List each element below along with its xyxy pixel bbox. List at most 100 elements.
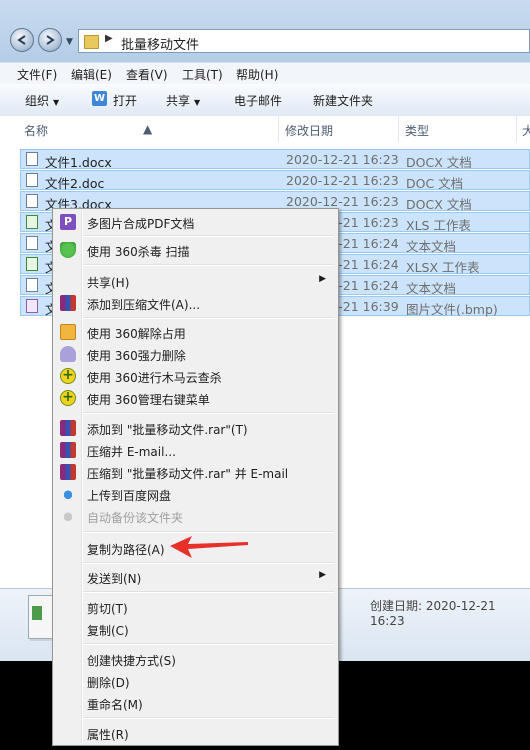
file-date: 2020-12-21 16:23 — [286, 194, 399, 209]
menu-item-delete[interactable]: 删除(D) — [55, 670, 336, 692]
menu-item-360-scan[interactable]: 使用 360杀毒 扫描 — [55, 239, 336, 261]
menu-item-360-force-delete[interactable]: 使用 360强力删除 — [55, 343, 336, 365]
menu-item-merge-pdf[interactable]: P 多图片合成PDF文档 — [55, 211, 336, 233]
menu-item-auto-backup[interactable]: 自动备份该文件夹 — [55, 505, 336, 527]
word-app-icon: W — [92, 91, 107, 106]
back-button[interactable] — [10, 28, 34, 52]
360-plus-icon: + — [60, 390, 76, 406]
column-divider[interactable] — [278, 116, 279, 142]
file-type: DOCX 文档 — [406, 155, 472, 170]
column-size[interactable]: 大 — [522, 122, 530, 139]
excel-sheet-icon — [26, 257, 38, 271]
file-name: 文件1.docx — [45, 155, 112, 170]
menu-file[interactable]: 文件(F) — [17, 66, 57, 83]
winrar-icon — [60, 420, 76, 436]
column-divider[interactable] — [516, 116, 517, 142]
menu-help[interactable]: 帮助(H) — [236, 66, 278, 83]
sort-ascending-icon: ▲ — [143, 122, 153, 136]
baidu-cloud-icon — [60, 486, 76, 502]
file-type: DOC 文档 — [406, 176, 464, 191]
word-doc-icon — [26, 173, 38, 187]
menu-item-send-to[interactable]: 发送到(N) ▶ — [55, 566, 336, 588]
menu-item-copy[interactable]: 复制(C) — [55, 618, 336, 640]
column-headers: ▲ 名称 修改日期 类型 大 — [0, 116, 530, 143]
menu-item-compress-rar-email[interactable]: 压缩到 "批量移动文件.rar" 并 E-mail — [55, 461, 336, 483]
address-bar[interactable]: ▶ 批量移动文件 — [78, 29, 530, 53]
menu-item-baidu-upload[interactable]: 上传到百度网盘 — [55, 483, 336, 505]
word-doc-icon — [26, 194, 38, 208]
menu-item-add-rar[interactable]: 添加到 "批量移动文件.rar"(T) — [55, 417, 336, 439]
menu-item-compress-email[interactable]: 压缩并 E-mail... — [55, 439, 336, 461]
back-arrow-icon — [17, 35, 26, 45]
forward-arrow-icon — [46, 35, 55, 45]
submenu-arrow-icon: ▶ — [319, 570, 326, 580]
menu-item-360-unlock[interactable]: 使用 360解除占用 — [55, 321, 336, 343]
new-folder-button[interactable]: 新建文件夹 — [313, 92, 373, 109]
file-type: 图片文件(.bmp) — [406, 302, 498, 317]
menu-tools[interactable]: 工具(T) — [182, 66, 223, 83]
menu-edit[interactable]: 编辑(E) — [71, 66, 112, 83]
file-type: 文本文档 — [406, 281, 457, 296]
file-type: XLSX 工作表 — [406, 260, 480, 275]
pdf-merge-icon: P — [60, 214, 76, 230]
winrar-icon — [60, 464, 76, 480]
menu-separator — [83, 264, 334, 266]
menu-separator — [83, 317, 334, 319]
column-type[interactable]: 类型 — [405, 122, 429, 139]
submenu-arrow-icon: ▶ — [319, 274, 326, 284]
menu-item-cut[interactable]: 剪切(T) — [55, 596, 336, 618]
red-annotation-arrow-icon — [170, 536, 248, 558]
address-path[interactable]: 批量移动文件 — [121, 34, 199, 53]
forward-button[interactable] — [38, 28, 62, 52]
file-date: 2020-12-21 16:23 — [286, 173, 399, 188]
menu-view[interactable]: 查看(V) — [126, 66, 168, 83]
menu-bar: 文件(F) 编辑(E) 查看(V) 工具(T) 帮助(H) — [0, 62, 530, 86]
column-divider[interactable] — [398, 116, 399, 142]
command-bar: 组织 ▼ W 打开 共享 ▼ 电子邮件 新建文件夹 — [0, 84, 530, 117]
folder-icon — [84, 35, 99, 49]
excel-sheet-icon — [26, 215, 38, 229]
text-file-icon — [26, 278, 38, 292]
organize-button[interactable]: 组织 ▼ — [25, 92, 59, 109]
menu-item-360-manage-menu[interactable]: + 使用 360管理右键菜单 — [55, 387, 336, 409]
winrar-icon — [60, 442, 76, 458]
menu-item-properties[interactable]: 属性(R) — [55, 722, 336, 744]
menu-separator — [83, 717, 334, 719]
file-type: DOCX 文档 — [406, 197, 472, 212]
shield-icon — [60, 242, 76, 258]
column-date[interactable]: 修改日期 — [285, 122, 333, 139]
recent-pages-dropdown[interactable]: ▼ — [66, 37, 73, 47]
menu-item-share[interactable]: 共享(H) ▶ — [55, 270, 336, 292]
open-button[interactable]: 打开 — [113, 92, 137, 109]
menu-separator — [83, 235, 334, 237]
created-date: 创建日期: 2020-12-21 16:23 — [370, 599, 496, 628]
share-button[interactable]: 共享 ▼ — [166, 92, 200, 109]
menu-item-rename[interactable]: 重命名(M) — [55, 692, 336, 714]
menu-item-360-trojan-scan[interactable]: + 使用 360进行木马云查杀 — [55, 365, 336, 387]
file-date: 2020-12-21 16:23 — [286, 152, 399, 167]
word-doc-icon — [26, 152, 38, 166]
backup-cloud-icon — [60, 508, 76, 524]
context-menu: P 多图片合成PDF文档 使用 360杀毒 扫描 共享(H) ▶ 添加到压缩文件(A… — [52, 208, 339, 746]
file-row[interactable]: 文件2.doc 2020-12-21 16:23 DOC 文档 — [20, 170, 530, 191]
bitmap-image-icon — [26, 299, 38, 313]
dropdown-arrow-icon: ▼ — [194, 98, 201, 107]
file-name: 文件2.doc — [45, 176, 105, 191]
navigation-bar: ▼ ▶ 批量移动文件 — [0, 24, 530, 58]
unlock-folder-icon — [60, 324, 76, 340]
force-delete-icon — [60, 346, 76, 362]
menu-item-create-shortcut[interactable]: 创建快捷方式(S) — [55, 648, 336, 670]
dropdown-arrow-icon: ▼ — [53, 98, 60, 107]
menu-separator — [83, 412, 334, 414]
excel-badge-icon — [32, 606, 42, 620]
file-type: XLS 工作表 — [406, 218, 471, 233]
email-button[interactable]: 电子邮件 — [234, 92, 282, 109]
file-type: 文本文档 — [406, 239, 457, 254]
winrar-icon — [60, 295, 76, 311]
menu-separator — [83, 591, 334, 593]
breadcrumb-chevron-icon[interactable]: ▶ — [105, 33, 113, 44]
column-name[interactable]: 名称 — [24, 122, 48, 139]
file-row[interactable]: 文件1.docx 2020-12-21 16:23 DOCX 文档 — [20, 149, 530, 170]
360-plus-icon: + — [60, 368, 76, 384]
menu-item-add-archive[interactable]: 添加到压缩文件(A)... — [55, 292, 336, 314]
